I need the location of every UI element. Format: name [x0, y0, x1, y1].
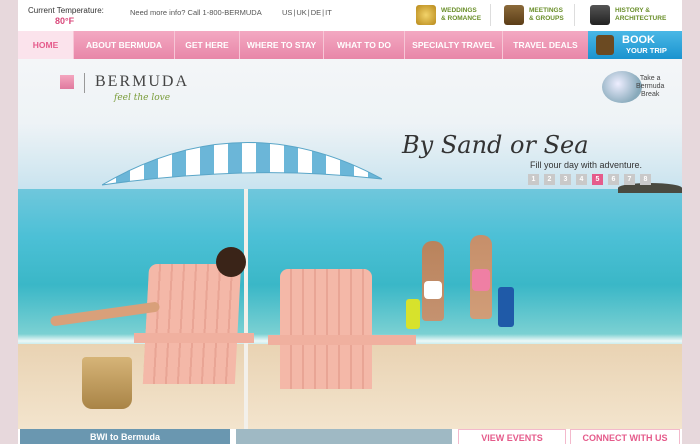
meetings-label: MEETINGS & GROUPS	[529, 7, 564, 22]
slide-dot[interactable]: 1	[528, 174, 539, 185]
promo-banner[interactable]	[236, 429, 452, 444]
main-nav: HOME ABOUT BERMUDA GET HERE WHERE TO STA…	[18, 31, 682, 59]
weddings-link[interactable]: WEDDINGS & ROMANCE	[416, 3, 481, 27]
slide-dot[interactable]: 8	[640, 174, 651, 185]
umbrella-pole	[244, 189, 248, 429]
connect-with-us-link[interactable]: CONNECT WITH US	[570, 429, 680, 444]
beach-umbrella	[102, 142, 382, 186]
bermuda-break-link[interactable]: Take a Bermuda Break	[636, 75, 664, 99]
temperature-label: Current Temperature:	[28, 6, 104, 15]
view-events-calendar-link[interactable]: VIEW EVENTS CALENDAR	[458, 429, 566, 444]
nav-travel-deals[interactable]: TRAVEL DEALS	[503, 31, 589, 59]
weddings-label: WEDDINGS & ROMANCE	[441, 7, 482, 22]
book-your-trip-button[interactable]: BOOK YOUR TRIP	[588, 31, 682, 59]
your-trip-label: YOUR TRIP	[626, 46, 667, 55]
slide-dot[interactable]: 2	[544, 174, 555, 185]
nav-what-to-do[interactable]: WHAT TO DO	[324, 31, 405, 59]
nav-get-here[interactable]: GET HERE	[175, 31, 240, 59]
nav-home[interactable]: HOME	[18, 31, 74, 59]
rings-icon	[416, 5, 436, 25]
beach-bag	[82, 357, 132, 409]
slide-dot[interactable]: 6	[608, 174, 619, 185]
hero-headline: By Sand or Sea	[402, 131, 589, 159]
bottom-promos: BWI to Bermuda VIEW EVENTS CALENDAR CONN…	[18, 429, 682, 444]
slide-dot[interactable]: 3	[560, 174, 571, 185]
slide-dot-active[interactable]: 5	[592, 174, 603, 185]
beach-chair-left	[142, 264, 242, 384]
promo-bwi[interactable]: BWI to Bermuda	[20, 429, 230, 444]
lang-us[interactable]: US	[282, 8, 292, 17]
slide-pagination: 1 2 3 4 5 6 7 8	[528, 174, 656, 185]
book-label: BOOK	[622, 34, 655, 46]
slide-dot[interactable]: 4	[576, 174, 587, 185]
phone-info: Need more info? Call 1-800-BERMUDA	[130, 8, 262, 17]
bermuda-logo-icon	[60, 75, 74, 89]
lang-it[interactable]: IT	[325, 8, 332, 17]
cannon-icon	[590, 5, 610, 25]
snorkel-fins-yellow	[406, 299, 420, 329]
snorkel-fins-blue	[498, 287, 514, 327]
hero-subheadline: Fill your day with adventure.	[530, 160, 643, 170]
hero-banner: BERMUDA feel the love Take a Bermuda Bre…	[18, 59, 682, 429]
logo-tagline: feel the love	[114, 93, 171, 103]
history-link[interactable]: HISTORY & ARCHITECTURE	[590, 3, 666, 27]
page-frame: Current Temperature: 80°F Need more info…	[18, 0, 682, 444]
language-selector: US|UK|DE|IT	[282, 8, 332, 17]
briefcase-icon	[504, 5, 524, 25]
meetings-link[interactable]: MEETINGS & GROUPS	[504, 3, 564, 27]
history-label: HISTORY & ARCHITECTURE	[615, 7, 667, 22]
suitcase-icon	[596, 35, 614, 55]
temperature-value: 80°F	[55, 16, 75, 26]
nav-where-to-stay[interactable]: WHERE TO STAY	[240, 31, 324, 59]
lang-uk[interactable]: UK	[296, 8, 306, 17]
reclining-person-head	[216, 247, 246, 277]
beach-chair-right	[280, 269, 372, 389]
nav-specialty-travel[interactable]: SPECIALTY TRAVEL	[405, 31, 503, 59]
slide-dot[interactable]: 7	[624, 174, 635, 185]
logo-text[interactable]: BERMUDA	[95, 73, 189, 91]
nav-about-bermuda[interactable]: ABOUT BERMUDA	[74, 31, 175, 59]
lang-de[interactable]: DE	[311, 8, 321, 17]
utility-bar: Current Temperature: 80°F Need more info…	[18, 0, 682, 30]
